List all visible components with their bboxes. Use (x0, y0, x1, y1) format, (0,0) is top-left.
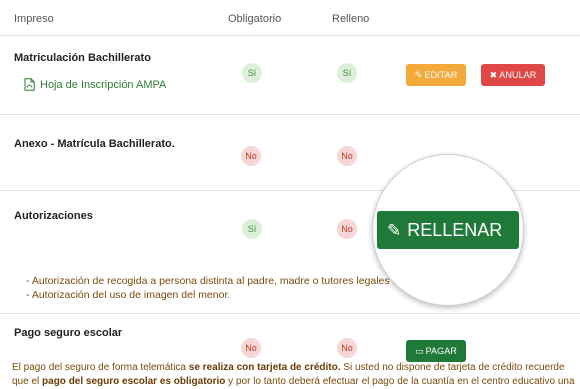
ampa-link-label: Hoja de Inscripción AMPA (40, 78, 167, 91)
edit-button[interactable]: ✎ EDITAR (406, 64, 466, 86)
header-divider (0, 35, 580, 36)
filled-badge: No (337, 338, 357, 358)
required-badge: Sí (242, 219, 262, 239)
row-title-pago-seguro: Pago seguro escolar (14, 327, 123, 339)
pencil-icon: ✎ (414, 70, 423, 80)
row-divider (0, 313, 580, 314)
note-line: - Autorización de recogida a persona dis… (26, 275, 416, 287)
row-title-anexo: Anexo - Matrícula Bachillerato. (14, 138, 175, 150)
fill-button[interactable]: ✎ RELLENAR (377, 211, 519, 249)
payment-info-line-2: que el pago del seguro escolar es obliga… (12, 376, 575, 387)
document-icon (24, 78, 35, 91)
ampa-link[interactable]: Hoja de Inscripción AMPA (24, 78, 166, 91)
cancel-button[interactable]: ✖ ANULAR (481, 64, 545, 86)
required-badge: Sí (242, 63, 262, 83)
pencil-icon: ✎ (387, 221, 402, 240)
header-document: Impreso (14, 13, 54, 25)
row-title-matriculacion: Matriculación Bachillerato (14, 52, 151, 64)
row-divider (0, 114, 580, 115)
pay-button[interactable]: ▭ PAGAR (406, 340, 466, 362)
magnifier-lens: ✎ RELLENAR (372, 154, 524, 306)
filled-badge: No (337, 146, 357, 166)
header-filled: Relleno (332, 13, 370, 25)
close-icon: ✖ (489, 70, 498, 80)
header-required: Obligatorio (228, 13, 282, 25)
note-line: - Autorización del uso de imagen del men… (26, 289, 231, 301)
row-title-autorizaciones: Autorizaciones (14, 210, 93, 222)
required-badge: No (241, 146, 261, 166)
required-badge: No (241, 338, 261, 358)
credit-card-icon: ▭ (415, 346, 424, 356)
filled-badge: No (337, 219, 357, 239)
payment-info-line-1: El pago del seguro de forma telemática s… (12, 362, 565, 373)
filled-badge: Sí (337, 63, 357, 83)
